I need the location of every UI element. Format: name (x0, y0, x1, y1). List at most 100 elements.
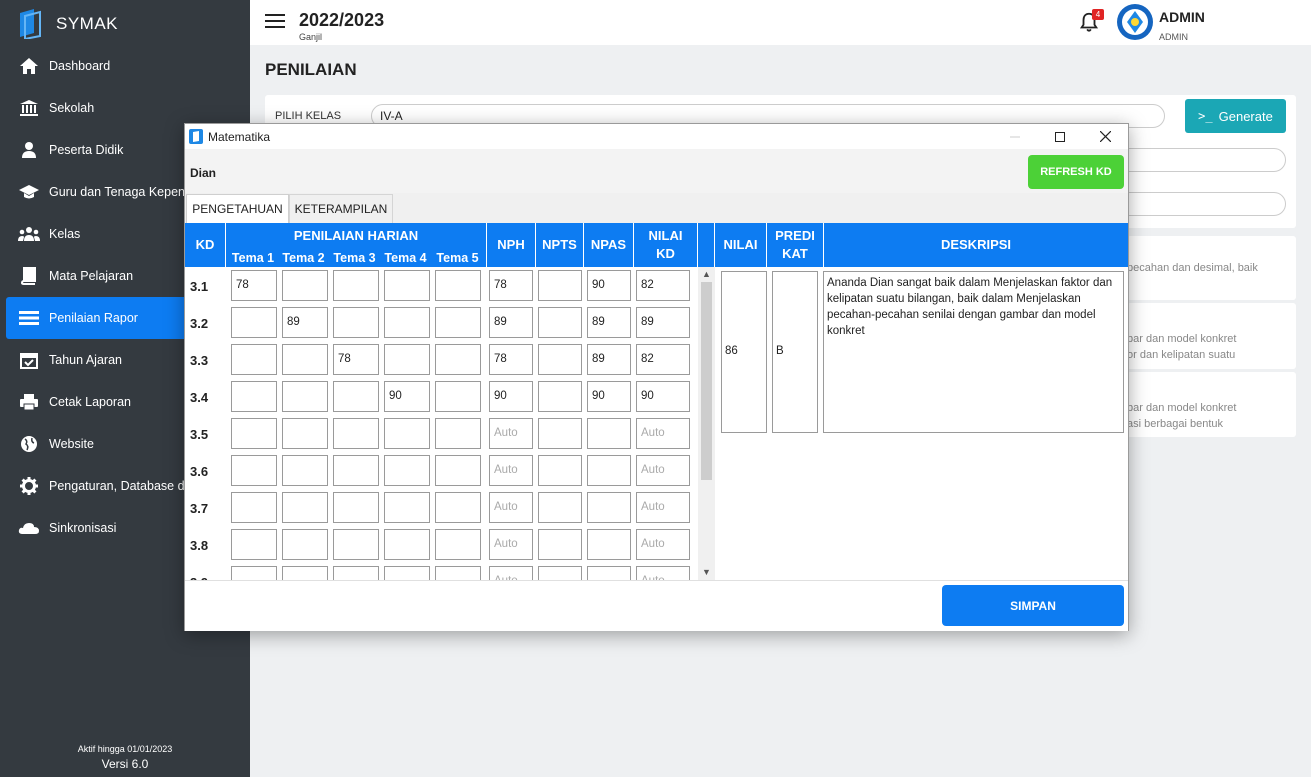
tema-3-input[interactable] (333, 566, 379, 581)
npts-input[interactable] (538, 381, 582, 412)
admin-avatar-logo[interactable] (1116, 3, 1154, 41)
subject-card-3[interactable]: bar dan model konkret asi berbagai bentu… (1127, 372, 1296, 437)
tema-4-input[interactable] (384, 529, 430, 560)
nilai-kd-input[interactable]: 82 (636, 344, 690, 375)
nilai-kd-input[interactable]: Auto (636, 455, 690, 486)
tema-1-input[interactable]: 78 (231, 270, 277, 301)
tema-3-input[interactable]: 78 (333, 344, 379, 375)
tema-4-input[interactable]: 90 (384, 381, 430, 412)
tema-5-input[interactable] (435, 455, 481, 486)
tema-5-input[interactable] (435, 566, 481, 581)
nph-input[interactable]: Auto (489, 492, 533, 523)
tema-1-input[interactable] (231, 307, 277, 338)
maximize-button[interactable] (1037, 124, 1083, 149)
nilai-kd-input[interactable]: Auto (636, 529, 690, 560)
close-button[interactable] (1082, 124, 1128, 149)
npts-input[interactable] (538, 344, 582, 375)
tema-3-input[interactable] (333, 529, 379, 560)
nilai-field[interactable]: 86 (721, 271, 767, 433)
tema-5-input[interactable] (435, 344, 481, 375)
tema-3-input[interactable] (333, 381, 379, 412)
scrollbar-thumb[interactable] (701, 282, 712, 480)
tema-5-input[interactable] (435, 307, 481, 338)
npas-input[interactable] (587, 455, 631, 486)
generate-button[interactable]: >_ Generate (1185, 99, 1286, 133)
tema-5-input[interactable] (435, 418, 481, 449)
tema-3-input[interactable] (333, 418, 379, 449)
npas-input[interactable] (587, 566, 631, 581)
tema-3-input[interactable] (333, 455, 379, 486)
tema-3-input[interactable] (333, 492, 379, 523)
nilai-kd-input[interactable]: Auto (636, 492, 690, 523)
npts-input[interactable] (538, 566, 582, 581)
tema-1-input[interactable] (231, 418, 277, 449)
tema-3-input[interactable] (333, 307, 379, 338)
tema-4-input[interactable] (384, 418, 430, 449)
tema-4-input[interactable] (384, 307, 430, 338)
tema-4-input[interactable] (384, 344, 430, 375)
tema-4-input[interactable] (384, 270, 430, 301)
tema-5-input[interactable] (435, 270, 481, 301)
menu-toggle-icon[interactable] (265, 14, 285, 30)
nph-input[interactable]: Auto (489, 566, 533, 581)
npts-input[interactable] (538, 307, 582, 338)
tab-pengetahuan[interactable]: PENGETAHUAN (186, 194, 289, 223)
tema-2-input[interactable] (282, 270, 328, 301)
nph-input[interactable]: 90 (489, 381, 533, 412)
predikat-field[interactable]: B (772, 271, 818, 433)
tema-2-input[interactable]: 89 (282, 307, 328, 338)
tema-1-input[interactable] (231, 344, 277, 375)
nph-input[interactable]: 78 (489, 270, 533, 301)
tema-2-input[interactable] (282, 418, 328, 449)
npas-input[interactable] (587, 418, 631, 449)
deskripsi-field[interactable]: Ananda Dian sangat baik dalam Menjelaska… (823, 271, 1124, 433)
tema-5-input[interactable] (435, 492, 481, 523)
tema-2-input[interactable] (282, 566, 328, 581)
subject-card-1[interactable]: pecahan dan desimal, baik (1127, 236, 1296, 300)
nph-input[interactable]: Auto (489, 529, 533, 560)
tema-4-input[interactable] (384, 566, 430, 581)
tema-2-input[interactable] (282, 529, 328, 560)
tema-4-input[interactable] (384, 455, 430, 486)
tema-5-input[interactable] (435, 529, 481, 560)
tema-1-input[interactable] (231, 529, 277, 560)
nilai-kd-input[interactable]: 90 (636, 381, 690, 412)
scroll-up-arrow-icon[interactable]: ▲ (698, 267, 715, 281)
npas-input[interactable]: 89 (587, 344, 631, 375)
npas-input[interactable]: 90 (587, 381, 631, 412)
npas-input[interactable]: 89 (587, 307, 631, 338)
npts-input[interactable] (538, 418, 582, 449)
nilai-kd-input[interactable]: Auto (636, 418, 690, 449)
npts-input[interactable] (538, 270, 582, 301)
nph-input[interactable]: 89 (489, 307, 533, 338)
npts-input[interactable] (538, 455, 582, 486)
npas-input[interactable]: 90 (587, 270, 631, 301)
npts-input[interactable] (538, 529, 582, 560)
npas-input[interactable] (587, 492, 631, 523)
tema-2-input[interactable] (282, 344, 328, 375)
tema-3-input[interactable] (333, 270, 379, 301)
tema-1-input[interactable] (231, 492, 277, 523)
notification-bell-icon[interactable]: 4 (1078, 9, 1104, 35)
tema-2-input[interactable] (282, 381, 328, 412)
scroll-down-arrow-icon[interactable]: ▼ (698, 565, 715, 579)
tema-4-input[interactable] (384, 492, 430, 523)
nilai-kd-input[interactable]: 89 (636, 307, 690, 338)
tab-keterampilan[interactable]: KETERAMPILAN (289, 194, 393, 223)
brand[interactable]: SYMAK (16, 6, 118, 42)
tema-2-input[interactable] (282, 455, 328, 486)
npas-input[interactable] (587, 529, 631, 560)
tema-1-input[interactable] (231, 381, 277, 412)
minimize-button[interactable] (992, 124, 1038, 149)
nph-input[interactable]: Auto (489, 418, 533, 449)
grid-vertical-scrollbar[interactable]: ▲ ▼ (698, 267, 715, 581)
refresh-kd-button[interactable]: REFRESH KD (1028, 155, 1124, 189)
sidebar-item-dashboard[interactable]: Dashboard (6, 45, 250, 87)
nilai-kd-input[interactable]: Auto (636, 566, 690, 581)
tema-5-input[interactable] (435, 381, 481, 412)
window-titlebar[interactable]: Matematika (185, 124, 1128, 149)
nph-input[interactable]: 78 (489, 344, 533, 375)
nph-input[interactable]: Auto (489, 455, 533, 486)
tema-1-input[interactable] (231, 566, 277, 581)
npts-input[interactable] (538, 492, 582, 523)
